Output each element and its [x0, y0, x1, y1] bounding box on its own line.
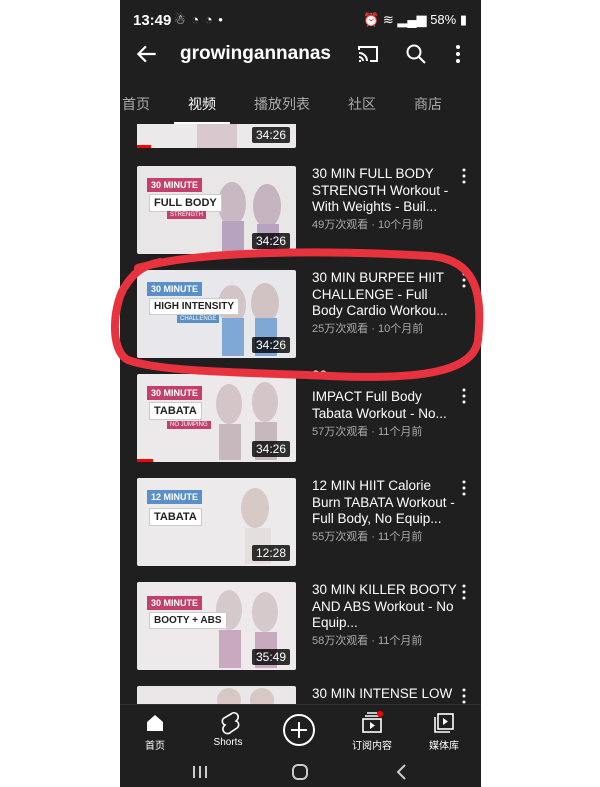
- thumb-sub-text: NO JUMPING: [167, 421, 211, 429]
- video-menu-icon[interactable]: [460, 272, 468, 288]
- video-thumbnail[interactable]: 12 MINUTE TABATA 12:28: [137, 478, 296, 566]
- thumb-tag: 30 MINUTE: [147, 386, 203, 400]
- shorts-icon: [221, 711, 240, 735]
- nav-home[interactable]: 首页: [120, 705, 190, 757]
- thumb-main-text: FULL BODY: [149, 194, 222, 212]
- video-title[interactable]: IMPACT Full Body Tabata Workout - No...: [312, 389, 458, 422]
- video-duration: 34:26: [251, 441, 290, 457]
- video-thumbnail[interactable]: 30 MINUTE BOOTY + ABS 35:49: [137, 582, 296, 670]
- back-button-icon[interactable]: [394, 763, 410, 781]
- tab-store[interactable]: 商店: [414, 94, 442, 114]
- video-title[interactable]: 30 MIN FULL BODY STRENGTH Workout - With…: [312, 166, 458, 216]
- nav-shorts[interactable]: Shorts: [193, 705, 263, 757]
- status-bar: 13:49 ☃ ◔ ◔ • ⏰ ≋ ▂▄▆ 58% ▮: [120, 0, 481, 40]
- search-icon[interactable]: [404, 42, 428, 66]
- video-thumbnail[interactable]: 30 MINUTE TABATA NO JUMPING 34:26: [137, 374, 296, 462]
- nav-create[interactable]: [265, 705, 335, 757]
- video-menu-icon[interactable]: [460, 480, 468, 496]
- thumb-main-text: BOOTY + ABS: [149, 612, 227, 629]
- system-nav-bar: [120, 756, 481, 787]
- video-menu-icon[interactable]: [460, 168, 468, 184]
- watch-progress-bar: [137, 459, 153, 462]
- video-thumbnail[interactable]: 30 MINUTE FULL BODY STRENGTH 34:26: [137, 166, 296, 254]
- video-thumbnail[interactable]: [137, 686, 296, 704]
- home-icon: [147, 715, 163, 731]
- video-item[interactable]: 30 MINUTE HIGH INTENSITY CHALLENGE 34:26…: [120, 270, 481, 362]
- video-title[interactable]: 30 MIN INTENSE LOW: [312, 686, 458, 703]
- nav-label: 订阅内容: [352, 741, 392, 752]
- video-duration: 34:26: [251, 127, 290, 143]
- app-header: growingannanas: [120, 38, 481, 72]
- video-item[interactable]: 30 MINUTE BOOTY + ABS 35:49 30 MIN KILLE…: [120, 582, 481, 674]
- battery-icon: ▮: [459, 12, 467, 27]
- thumb-tag: 30 MINUTE: [147, 178, 203, 192]
- thumb-main-text: TABATA: [149, 508, 202, 526]
- tab-home[interactable]: 首页: [122, 94, 150, 114]
- nav-subscriptions[interactable]: 订阅内容: [337, 705, 407, 757]
- tab-community[interactable]: 社区: [348, 94, 376, 114]
- cast-icon[interactable]: [356, 42, 380, 66]
- thumb-main-text: TABATA: [149, 402, 202, 420]
- signal-icon: ▂▄▆: [397, 12, 427, 27]
- nav-library[interactable]: 媒体库: [409, 705, 479, 757]
- video-duration: 34:26: [251, 233, 290, 249]
- thumb-tag: 30 MINUTE: [147, 282, 203, 296]
- tab-playlists[interactable]: 播放列表: [254, 94, 310, 114]
- video-meta: 57万次观看 · 11个月前: [312, 426, 423, 438]
- video-item[interactable]: 34:26: [120, 124, 481, 152]
- create-plus-icon: [283, 714, 315, 746]
- thumb-main-text: HIGH INTENSITY: [149, 298, 240, 315]
- video-thumbnail[interactable]: 30 MINUTE HIGH INTENSITY CHALLENGE 34:26: [137, 270, 296, 358]
- library-icon: [434, 713, 454, 733]
- video-title-partial: 30: [312, 368, 328, 376]
- more-options-icon[interactable]: [446, 42, 470, 66]
- video-duration: 12:28: [251, 545, 290, 561]
- back-arrow-icon[interactable]: [134, 41, 160, 67]
- video-meta: 25万次观看 · 10个月前: [312, 323, 424, 335]
- video-meta: 49万次观看 · 10个月前: [312, 219, 424, 231]
- tab-videos[interactable]: 视频: [188, 94, 216, 114]
- video-item[interactable]: 30 MINUTE FULL BODY STRENGTH 34:26 30 MI…: [120, 166, 481, 258]
- phone-screen: 13:49 ☃ ◔ ◔ • ⏰ ≋ ▂▄▆ 58% ▮ growingannan…: [120, 0, 481, 787]
- wifi-icon: ≋: [382, 12, 394, 27]
- video-menu-icon[interactable]: [460, 584, 468, 600]
- video-title[interactable]: 12 MIN HIIT Calorie Burn TABATA Workout …: [312, 478, 458, 528]
- thumb-sub-text: STRENGTH: [167, 211, 206, 219]
- video-duration: 34:26: [251, 337, 290, 353]
- video-meta: 58万次观看 · 11个月前: [312, 635, 423, 647]
- video-thumbnail[interactable]: 34:26: [137, 124, 296, 148]
- subscriptions-icon: [362, 711, 383, 733]
- channel-name: growingannanas: [180, 43, 331, 64]
- channel-tabs: 首页 视频 播放列表 社区 商店: [120, 88, 481, 122]
- nav-label: 媒体库: [429, 741, 459, 752]
- video-menu-icon[interactable]: [460, 688, 468, 704]
- video-duration: 35:49: [251, 649, 290, 665]
- video-item[interactable]: 30 MINUTE TABATA NO JUMPING 34:26 30 IMP…: [120, 368, 481, 466]
- video-meta: 55万次观看 · 11个月前: [312, 531, 423, 543]
- video-item[interactable]: 30 MIN INTENSE LOW: [120, 686, 481, 704]
- thumb-tag: 12 MINUTE: [147, 490, 203, 504]
- nav-label: 首页: [145, 741, 165, 752]
- bottom-nav: 首页 Shorts 订阅内容 媒体库: [120, 704, 481, 757]
- home-button-icon[interactable]: [290, 762, 310, 782]
- thumb-tag: 30 MINUTE: [147, 596, 203, 610]
- video-title[interactable]: 30 MIN BURPEE HIIT CHALLENGE - Full Body…: [312, 270, 458, 320]
- video-menu-icon[interactable]: [460, 388, 468, 404]
- video-list: 34:26 30 MINUTE FULL BODY STRENGTH 34:26…: [120, 124, 481, 704]
- nav-label: Shorts: [213, 737, 243, 748]
- watch-progress-bar: [137, 145, 151, 148]
- status-right: ⏰ ≋ ▂▄▆ 58% ▮: [363, 12, 467, 28]
- status-time: 13:49: [133, 12, 172, 29]
- battery-text: 58%: [430, 12, 457, 27]
- video-item[interactable]: 12 MINUTE TABATA 12:28 12 MIN HIIT Calor…: [120, 478, 481, 570]
- video-title[interactable]: 30 MIN KILLER BOOTY AND ABS Workout - No…: [312, 582, 458, 632]
- alarm-icon: ⏰: [363, 12, 380, 27]
- recent-apps-icon[interactable]: [190, 764, 210, 780]
- notification-icons: ☃ ◔ ◔ •: [174, 12, 224, 27]
- thumb-sub-text: CHALLENGE: [177, 315, 220, 323]
